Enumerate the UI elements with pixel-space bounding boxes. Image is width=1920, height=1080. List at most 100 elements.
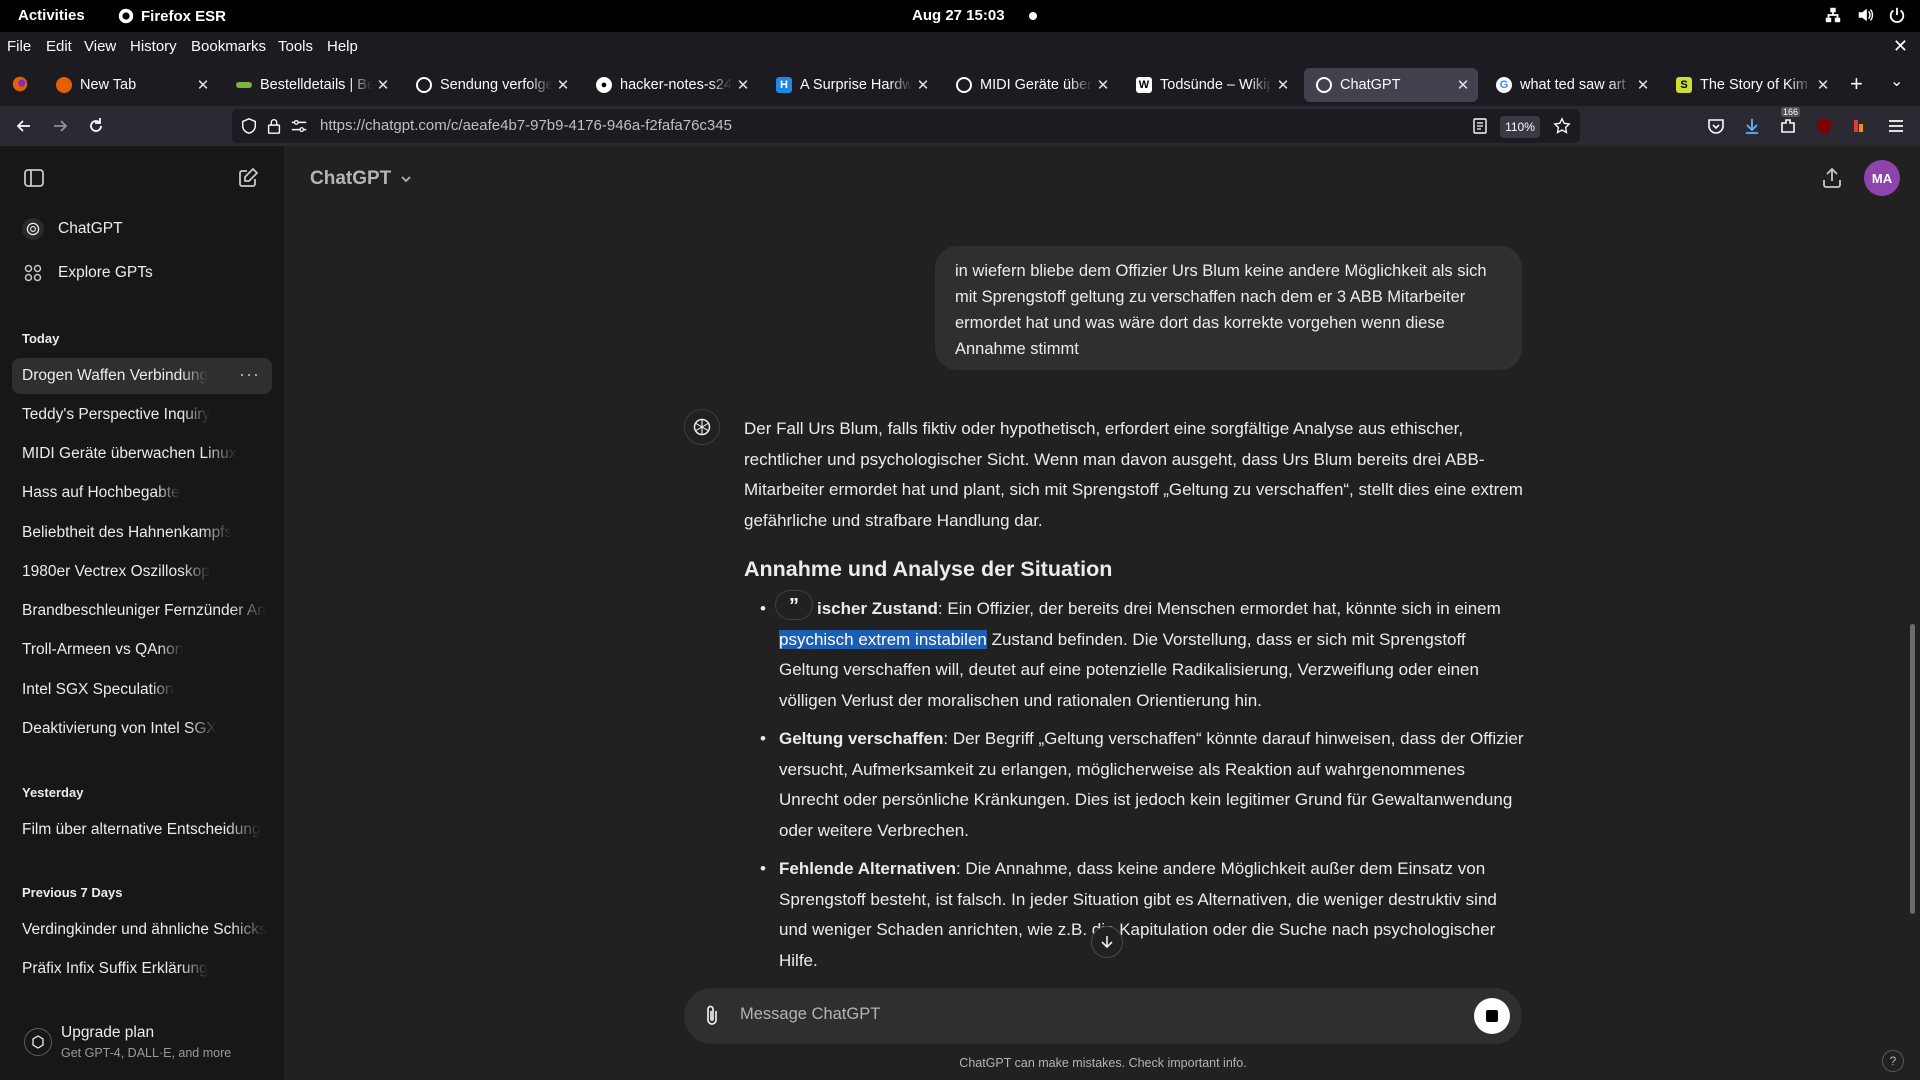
tab-hackaday[interactable]: H A Surprise Hardwa ✕ xyxy=(764,68,938,102)
list-all-tabs-chevron-icon[interactable]: ⌄ xyxy=(1890,71,1903,91)
tab-title: Todsünde – Wikipe xyxy=(1160,77,1272,93)
tab-kim[interactable]: S The Story of Kim N ✕ xyxy=(1664,68,1838,102)
forward-arrow-icon[interactable] xyxy=(50,116,70,136)
toggle-sidebar-icon[interactable] xyxy=(22,166,46,190)
chat-item[interactable]: Hass auf Hochbegabte xyxy=(12,475,272,511)
menu-tools[interactable]: Tools xyxy=(278,38,313,55)
close-tab-icon[interactable]: ✕ xyxy=(1092,76,1114,94)
tab-hacker-notes[interactable]: ● hacker-notes-s24r ✕ xyxy=(584,68,758,102)
tab-midi[interactable]: MIDI Geräte überw ✕ xyxy=(944,68,1118,102)
window-close-icon[interactable]: ✕ xyxy=(1893,36,1908,57)
stop-generating-button[interactable] xyxy=(1474,998,1510,1034)
back-arrow-icon[interactable] xyxy=(14,116,34,136)
extension-icon[interactable] xyxy=(1850,116,1870,136)
github-icon: ● xyxy=(596,77,612,93)
chevron-down-icon xyxy=(401,176,411,183)
scrollbar-thumb[interactable] xyxy=(1910,624,1915,914)
more-options-icon[interactable]: ··· xyxy=(239,364,260,385)
close-tab-icon[interactable]: ✕ xyxy=(552,76,574,94)
close-tab-icon[interactable]: ✕ xyxy=(732,76,754,94)
reader-view-icon[interactable] xyxy=(1472,118,1488,134)
tab-chatgpt[interactable]: ChatGPT ✕ xyxy=(1304,68,1478,102)
close-tab-icon[interactable]: ✕ xyxy=(1812,76,1834,94)
reload-icon[interactable] xyxy=(86,116,106,136)
chat-item[interactable]: Film über alternative Entscheidung xyxy=(12,812,272,848)
sidebar-link-chatgpt[interactable]: ChatGPT xyxy=(22,211,123,247)
zoom-level[interactable]: 110% xyxy=(1500,116,1540,138)
chat-item[interactable]: Präfix Infix Suffix Erklärung xyxy=(12,951,272,987)
tab-ted-saw-art[interactable]: G what ted saw art - ✕ xyxy=(1484,68,1658,102)
help-button[interactable]: ? xyxy=(1882,1050,1904,1072)
share-icon[interactable] xyxy=(1820,166,1844,190)
menu-edit[interactable]: Edit xyxy=(46,38,72,55)
user-message: in wiefern bliebe dem Offizier Urs Blum … xyxy=(935,246,1522,370)
tab-bestelldetails[interactable]: Bestelldetails | Bes ✕ xyxy=(224,68,398,102)
chat-item[interactable]: Brandbeschleuniger Fernzünder An xyxy=(12,593,272,629)
user-avatar[interactable]: MA xyxy=(1864,160,1900,196)
chat-item[interactable]: 1980er Vectrex Oszilloskop xyxy=(12,554,272,590)
chat-item[interactable]: Beliebtheit des Hahnenkampfs xyxy=(12,515,272,551)
hamburger-menu-icon[interactable] xyxy=(1886,116,1906,136)
ublock-icon[interactable] xyxy=(1814,116,1834,136)
power-icon[interactable] xyxy=(1888,6,1906,24)
pocket-icon[interactable] xyxy=(1706,116,1726,136)
network-icon[interactable] xyxy=(1824,6,1842,24)
chat-item[interactable]: Intel SGX Speculation xyxy=(12,672,272,708)
close-tab-icon[interactable]: ✕ xyxy=(192,76,214,94)
bookmark-star-icon[interactable] xyxy=(1553,117,1571,135)
message-input[interactable]: Message ChatGPT xyxy=(740,1005,880,1024)
app-menu[interactable]: Firefox ESR xyxy=(117,7,226,25)
sidebar-link-explore-gpts[interactable]: Explore GPTs xyxy=(22,255,153,291)
menu-bookmarks[interactable]: Bookmarks xyxy=(191,38,266,55)
chat-item[interactable]: Troll-Armeen vs QAnon xyxy=(12,632,272,668)
clock[interactable]: Aug 27 15:03 xyxy=(912,7,1005,24)
bookmark-icon: S xyxy=(1676,77,1692,93)
close-tab-icon[interactable]: ✕ xyxy=(1632,76,1654,94)
scroll-to-bottom-button[interactable] xyxy=(1091,926,1123,958)
menu-file[interactable]: File xyxy=(7,38,31,55)
model-selector[interactable]: ChatGPT xyxy=(310,168,413,190)
menu-view[interactable]: View xyxy=(84,38,116,55)
tab-title: New Tab xyxy=(80,77,137,93)
chatgpt-icon xyxy=(1316,77,1332,93)
close-tab-icon[interactable]: ✕ xyxy=(912,76,934,94)
url-bar[interactable]: https://chatgpt.com/c/aeafe4b7-97b9-4176… xyxy=(232,109,1580,143)
url-text[interactable]: https://chatgpt.com/c/aeafe4b7-97b9-4176… xyxy=(320,117,732,134)
chat-item[interactable]: MIDI Geräte überwachen Linux xyxy=(12,436,272,472)
tab-new-tab[interactable]: New Tab ✕ xyxy=(44,68,218,102)
downloads-icon[interactable] xyxy=(1742,116,1762,136)
message-composer: Message ChatGPT xyxy=(684,988,1522,1044)
activities-button[interactable]: Activities xyxy=(18,7,85,24)
paperclip-icon[interactable] xyxy=(702,1004,722,1028)
firefox-view-icon[interactable] xyxy=(11,75,29,93)
quote-selection-button[interactable]: ” xyxy=(775,590,813,620)
upgrade-plan-button[interactable]: Upgrade plan Get GPT-4, DALL·E, and more xyxy=(22,1016,272,1066)
chat-item-label: Teddy's Perspective Inquiry xyxy=(22,406,211,423)
new-tab-plus-icon[interactable]: + xyxy=(1850,71,1863,97)
grid-icon xyxy=(22,262,44,284)
tab-sendung[interactable]: Sendung verfolgen ✕ xyxy=(404,68,578,102)
menu-help[interactable]: Help xyxy=(327,38,358,55)
extensions-puzzle-icon[interactable] xyxy=(1778,116,1798,136)
upgrade-sparkle-icon xyxy=(24,1028,52,1056)
new-chat-icon[interactable] xyxy=(236,166,260,190)
tab-todsuende[interactable]: W Todsünde – Wikipe ✕ xyxy=(1124,68,1298,102)
close-tab-icon[interactable]: ✕ xyxy=(1272,76,1294,94)
tab-title: The Story of Kim N xyxy=(1700,77,1812,93)
permissions-icon[interactable] xyxy=(290,118,308,134)
volume-icon[interactable] xyxy=(1856,6,1874,24)
close-tab-icon[interactable]: ✕ xyxy=(1452,76,1474,94)
selected-text[interactable]: psychisch extrem instabilen xyxy=(779,629,987,649)
firefox-icon xyxy=(118,8,134,24)
chat-item-label: Beliebtheit des Hahnenkampfs xyxy=(22,524,233,541)
chat-item[interactable]: Verdingkinder und ähnliche Schicks xyxy=(12,912,272,948)
tab-title: what ted saw art - xyxy=(1520,77,1632,93)
menu-history[interactable]: History xyxy=(130,38,177,55)
assistant-message: Der Fall Urs Blum, falls fiktiv oder hyp… xyxy=(744,414,1524,984)
chat-item[interactable]: Teddy's Perspective Inquiry xyxy=(12,397,272,433)
shield-icon[interactable] xyxy=(240,117,258,135)
close-tab-icon[interactable]: ✕ xyxy=(372,76,394,94)
chat-item[interactable]: Drogen Waffen Verbindung ··· xyxy=(12,358,272,394)
chat-item[interactable]: Deaktivierung von Intel SGX xyxy=(12,711,272,747)
lock-icon[interactable] xyxy=(266,117,282,135)
